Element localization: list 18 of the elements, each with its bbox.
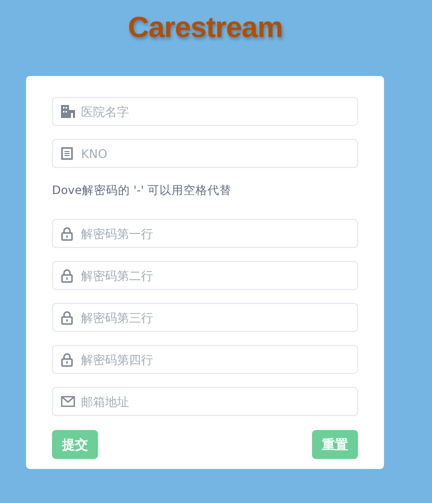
input-field[interactable]: 解密码第二行 <box>52 261 358 290</box>
input-field[interactable]: 邮箱地址 <box>52 387 358 416</box>
lock-icon <box>61 352 73 366</box>
building-icon <box>61 105 75 118</box>
reset-button[interactable]: 重置 <box>312 430 358 459</box>
input-field[interactable]: 解密码第三行 <box>52 303 358 332</box>
mail-icon <box>61 396 75 407</box>
logo: Carestream <box>128 10 283 46</box>
input-field[interactable]: KNO <box>52 139 358 168</box>
hint-text: Dove解密码的 '-' 可以用空格代替 <box>52 183 233 198</box>
lock-icon <box>61 268 73 282</box>
submit-button[interactable]: 提交 <box>52 430 98 459</box>
lock-icon <box>61 226 73 240</box>
input-field[interactable]: 医院名字 <box>52 97 358 126</box>
input-field[interactable]: 解密码第四行 <box>52 345 358 374</box>
input-field[interactable]: 解密码第一行 <box>52 219 358 248</box>
lock-icon <box>61 310 73 324</box>
document-icon <box>61 147 73 160</box>
